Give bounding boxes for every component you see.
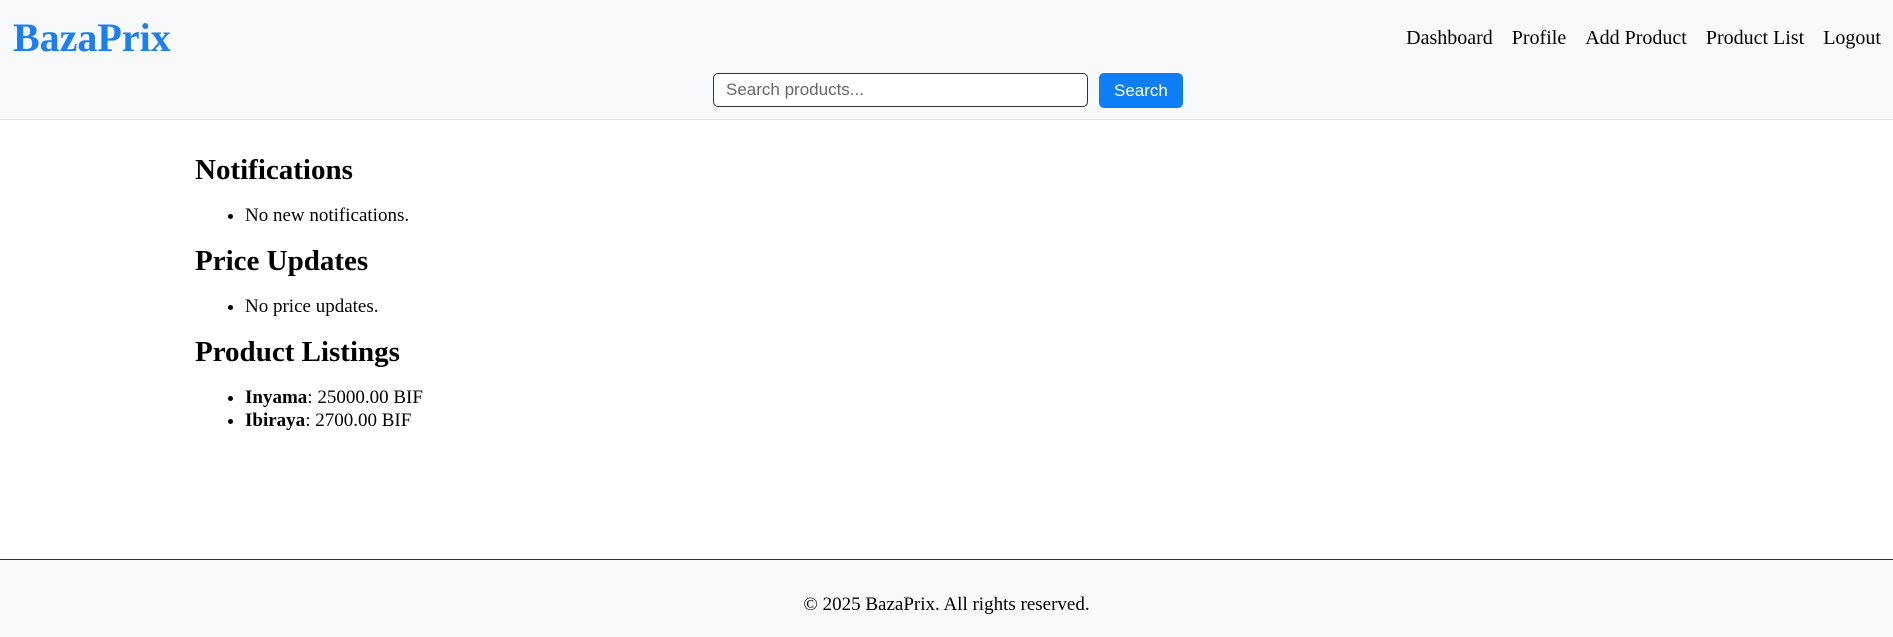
main-content: Notifications No new notifications. Pric… — [195, 150, 423, 446]
product-listings-list: Inyama: 25000.00 BIF Ibiraya: 2700.00 BI… — [195, 386, 423, 432]
product-price: : 2700.00 BIF — [305, 410, 412, 431]
product-listings-section: Product Listings Inyama: 25000.00 BIF Ib… — [195, 332, 423, 432]
search-input[interactable] — [713, 73, 1088, 107]
price-updates-heading: Price Updates — [195, 245, 369, 277]
nav-link-product-list[interactable]: Product List — [1706, 24, 1804, 52]
product-listings-heading: Product Listings — [195, 336, 400, 368]
site-footer: © 2025 BazaPrix. All rights reserved. — [0, 559, 1893, 637]
list-item: No price updates. — [245, 295, 423, 318]
list-item: No new notifications. — [245, 204, 423, 227]
notifications-list: No new notifications. — [195, 204, 423, 227]
nav-link-profile[interactable]: Profile — [1512, 24, 1566, 52]
search-form: Search — [713, 73, 1183, 108]
list-item: Inyama: 25000.00 BIF — [245, 386, 423, 409]
brand-logo[interactable]: BazaPrix — [13, 14, 171, 62]
price-updates-list: No price updates. — [195, 295, 423, 318]
main-nav: Dashboard Profile Add Product Product Li… — [1406, 24, 1881, 52]
notifications-heading: Notifications — [195, 154, 353, 186]
nav-link-add-product[interactable]: Add Product — [1585, 24, 1687, 52]
product-price: : 25000.00 BIF — [307, 387, 423, 408]
copyright-text: © 2025 BazaPrix. All rights reserved. — [803, 594, 1090, 615]
site-header: BazaPrix Dashboard Profile Add Product P… — [0, 0, 1893, 120]
price-updates-section: Price Updates No price updates. — [195, 241, 423, 318]
nav-link-logout[interactable]: Logout — [1823, 24, 1881, 52]
nav-link-dashboard[interactable]: Dashboard — [1406, 24, 1493, 52]
product-name: Inyama — [245, 387, 308, 408]
notifications-section: Notifications No new notifications. — [195, 150, 423, 227]
search-button[interactable]: Search — [1099, 73, 1183, 108]
product-name: Ibiraya — [245, 410, 306, 431]
list-item: Ibiraya: 2700.00 BIF — [245, 409, 423, 432]
